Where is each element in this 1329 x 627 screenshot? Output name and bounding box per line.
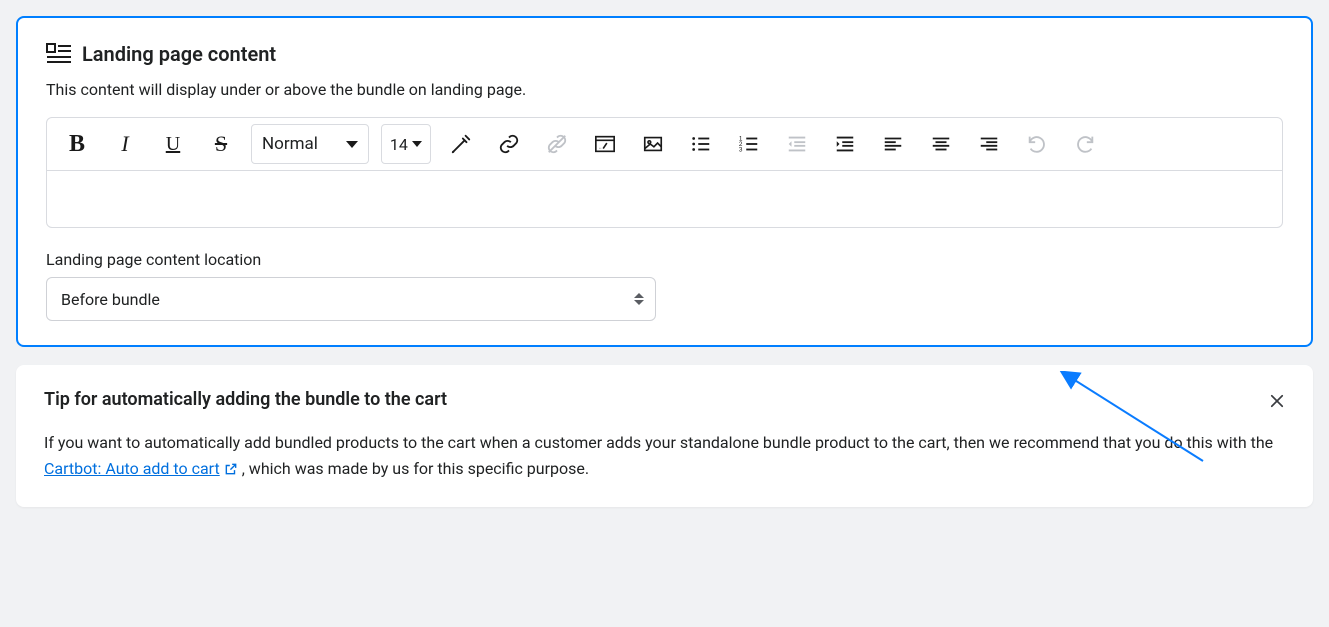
align-left-button[interactable] xyxy=(871,124,915,164)
font-size-select[interactable]: 14 xyxy=(381,124,431,164)
undo-button xyxy=(1015,124,1059,164)
svg-text:..: .. xyxy=(598,145,602,151)
tip-title: Tip for automatically adding the bundle … xyxy=(44,389,1285,410)
underline-button[interactable]: U xyxy=(151,124,195,164)
tip-card: Tip for automatically adding the bundle … xyxy=(16,365,1313,507)
redo-button xyxy=(1063,124,1107,164)
format-select[interactable]: Normal xyxy=(251,124,369,164)
caret-down-icon xyxy=(346,141,358,148)
close-button[interactable] xyxy=(1261,385,1293,417)
section-title: Landing page content xyxy=(82,42,276,66)
content-icon xyxy=(46,43,72,65)
tip-body: If you want to automatically add bundled… xyxy=(44,430,1285,483)
tip-body-pre: If you want to automatically add bundled… xyxy=(44,433,1273,452)
rich-text-editor: B I U S Normal 14 xyxy=(46,117,1283,228)
format-select-value: Normal xyxy=(262,134,318,154)
tip-body-post: , which was made by us for this specific… xyxy=(238,459,589,478)
indent-button[interactable] xyxy=(823,124,867,164)
location-select-wrap: Before bundle xyxy=(46,277,656,321)
align-right-button[interactable] xyxy=(967,124,1011,164)
section-description: This content will display under or above… xyxy=(46,80,1283,99)
link-button[interactable] xyxy=(487,124,531,164)
numbered-list-button[interactable]: 1 2 3 xyxy=(727,124,771,164)
unlink-button xyxy=(535,124,579,164)
code-view-button[interactable]: .. xyxy=(583,124,627,164)
landing-page-content-card: Landing page content This content will d… xyxy=(16,16,1313,347)
editor-content-area[interactable] xyxy=(47,171,1282,227)
font-size-value: 14 xyxy=(390,135,408,154)
text-color-button[interactable] xyxy=(439,124,483,164)
strikethrough-button[interactable]: S xyxy=(199,124,243,164)
external-link-icon xyxy=(224,458,238,484)
section-header: Landing page content xyxy=(46,42,1283,66)
editor-toolbar: B I U S Normal 14 xyxy=(47,118,1282,171)
italic-button[interactable]: I xyxy=(103,124,147,164)
align-center-button[interactable] xyxy=(919,124,963,164)
caret-down-icon xyxy=(412,141,422,147)
image-button[interactable] xyxy=(631,124,675,164)
bullet-list-button[interactable] xyxy=(679,124,723,164)
cartbot-link[interactable]: Cartbot: Auto add to cart xyxy=(44,459,238,478)
location-select[interactable]: Before bundle xyxy=(46,277,656,321)
svg-text:3: 3 xyxy=(739,146,743,153)
bold-button[interactable]: B xyxy=(55,124,99,164)
outdent-button xyxy=(775,124,819,164)
location-label: Landing page content location xyxy=(46,250,1283,269)
location-select-value: Before bundle xyxy=(61,290,160,309)
